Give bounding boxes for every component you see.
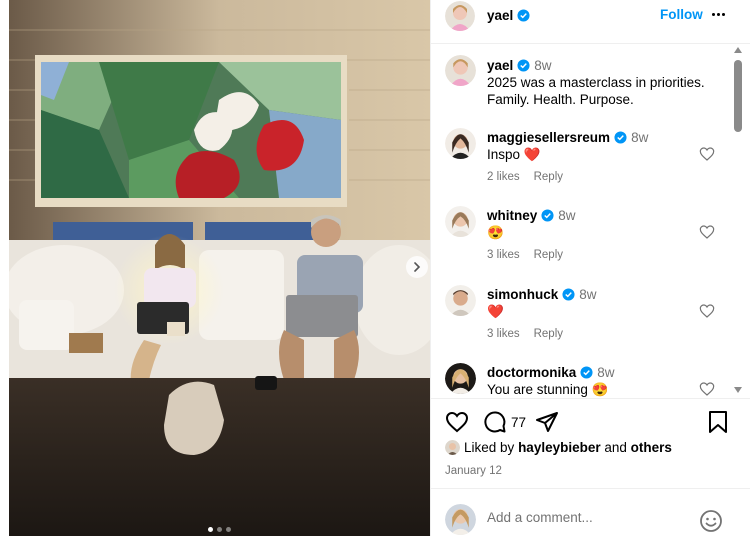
heart-eyes-emoji: 😍 — [487, 225, 504, 240]
heart-icon[interactable] — [699, 146, 715, 162]
heart-emoji: ❤️ — [523, 147, 541, 162]
carousel-dot-1 — [208, 527, 213, 532]
caption-time[interactable]: 8w — [534, 58, 551, 73]
comments-scrollbar[interactable] — [732, 44, 744, 398]
comment-likes[interactable]: 2 likes — [487, 171, 520, 183]
post-date[interactable]: January 12 — [445, 465, 502, 477]
more-dots-icon — [711, 12, 715, 16]
verified-badge-icon — [517, 9, 530, 22]
carousel-dot-3 — [226, 527, 231, 532]
comment-likes[interactable]: 3 likes — [487, 328, 520, 340]
carousel-dot-2 — [217, 527, 222, 532]
post-header: yael Follow — [431, 0, 750, 33]
paper-plane-icon[interactable] — [535, 410, 559, 434]
comment-username[interactable]: doctormonika — [487, 365, 593, 380]
comment-likes[interactable]: 3 likes — [487, 249, 520, 261]
scroll-thumb[interactable] — [734, 60, 742, 132]
carousel-indicator — [9, 527, 430, 532]
comment-username[interactable]: maggiesellersreum — [487, 130, 627, 145]
comment-count: 77 — [511, 415, 527, 430]
commenter-avatar[interactable] — [445, 206, 476, 237]
heart-eyes-emoji: 😍 — [591, 382, 609, 397]
more-options-button[interactable] — [707, 4, 729, 24]
heart-emoji: ❤️ — [487, 304, 504, 319]
chevron-right-icon — [414, 262, 421, 272]
current-user-avatar — [445, 504, 476, 535]
reply-button[interactable]: Reply — [534, 171, 563, 183]
commenter-avatar[interactable] — [445, 363, 476, 394]
comment-meta: 3 likes Reply — [487, 328, 577, 340]
author-username[interactable]: yael — [487, 8, 530, 23]
caption-line-1: 2025 was a masterclass in priorities. — [487, 75, 705, 90]
comment-text: simonhuck 8w ❤️ — [487, 286, 597, 320]
verified-badge-icon — [580, 366, 593, 379]
reply-button[interactable]: Reply — [534, 249, 563, 261]
comment-time[interactable]: 8w — [631, 130, 648, 145]
heart-icon[interactable] — [699, 303, 715, 319]
liked-by-others[interactable]: others — [631, 440, 672, 455]
comment-time[interactable]: 8w — [579, 287, 596, 302]
scroll-down-arrow[interactable] — [734, 387, 742, 393]
caption-line-2: Family. Health. Purpose. — [487, 92, 634, 107]
verified-badge-icon — [517, 59, 530, 72]
comment-bubble-icon[interactable] — [483, 410, 507, 434]
heart-icon[interactable] — [699, 381, 715, 397]
comment-meta: 2 likes Reply — [487, 171, 577, 183]
bookmark-icon[interactable] — [707, 410, 729, 434]
heart-icon[interactable] — [445, 410, 469, 434]
liker-avatar[interactable] — [445, 440, 460, 455]
liked-by-and: and — [604, 440, 627, 455]
caption-avatar[interactable] — [445, 55, 476, 86]
comment-time[interactable]: 8w — [597, 365, 614, 380]
comment-username[interactable]: whitney — [487, 208, 554, 223]
comment-text: whitney 8w 😍 — [487, 207, 576, 241]
add-comment-input[interactable] — [487, 510, 687, 525]
liked-by-prefix: Liked by — [464, 440, 515, 455]
smiley-icon[interactable] — [699, 509, 723, 533]
comment-text: doctormonika 8w You are stunning 😍 — [487, 364, 615, 398]
post-side-panel: yael Follow yael 8w 2025 was a masterclas… — [430, 0, 750, 536]
caption-text: yael 8w 2025 was a masterclass in priorit… — [487, 57, 705, 108]
verified-badge-icon — [562, 288, 575, 301]
actions-divider — [431, 398, 750, 399]
add-comment-divider — [431, 488, 750, 489]
scroll-up-arrow[interactable] — [734, 47, 742, 53]
verified-badge-icon — [541, 209, 554, 222]
commenter-avatar[interactable] — [445, 128, 476, 159]
comment-body: Inspo — [487, 147, 521, 162]
caption-username[interactable]: yael — [487, 58, 530, 73]
comment-body: You are stunning — [487, 382, 588, 397]
verified-badge-icon — [614, 131, 627, 144]
next-slide-button[interactable] — [406, 256, 428, 278]
heart-icon[interactable] — [699, 224, 715, 240]
comments-list[interactable]: yael 8w 2025 was a masterclass in priorit… — [431, 44, 750, 398]
photo-illustration — [9, 0, 430, 536]
post-photo[interactable] — [9, 0, 430, 536]
author-avatar[interactable] — [445, 1, 475, 31]
follow-button[interactable]: Follow — [660, 7, 703, 22]
comment-text: maggiesellersreum 8w Inspo ❤️ — [487, 129, 648, 163]
reply-button[interactable]: Reply — [534, 328, 563, 340]
liked-by-summary: Liked by hayleybieber and others — [445, 440, 672, 455]
instagram-post-view: yael Follow yael 8w 2025 was a masterclas… — [0, 0, 750, 536]
liked-by-user[interactable]: hayleybieber — [518, 440, 601, 455]
commenter-avatar[interactable] — [445, 285, 476, 316]
comment-meta: 3 likes Reply — [487, 249, 577, 261]
comment-time[interactable]: 8w — [558, 208, 575, 223]
comment-username[interactable]: simonhuck — [487, 287, 575, 302]
